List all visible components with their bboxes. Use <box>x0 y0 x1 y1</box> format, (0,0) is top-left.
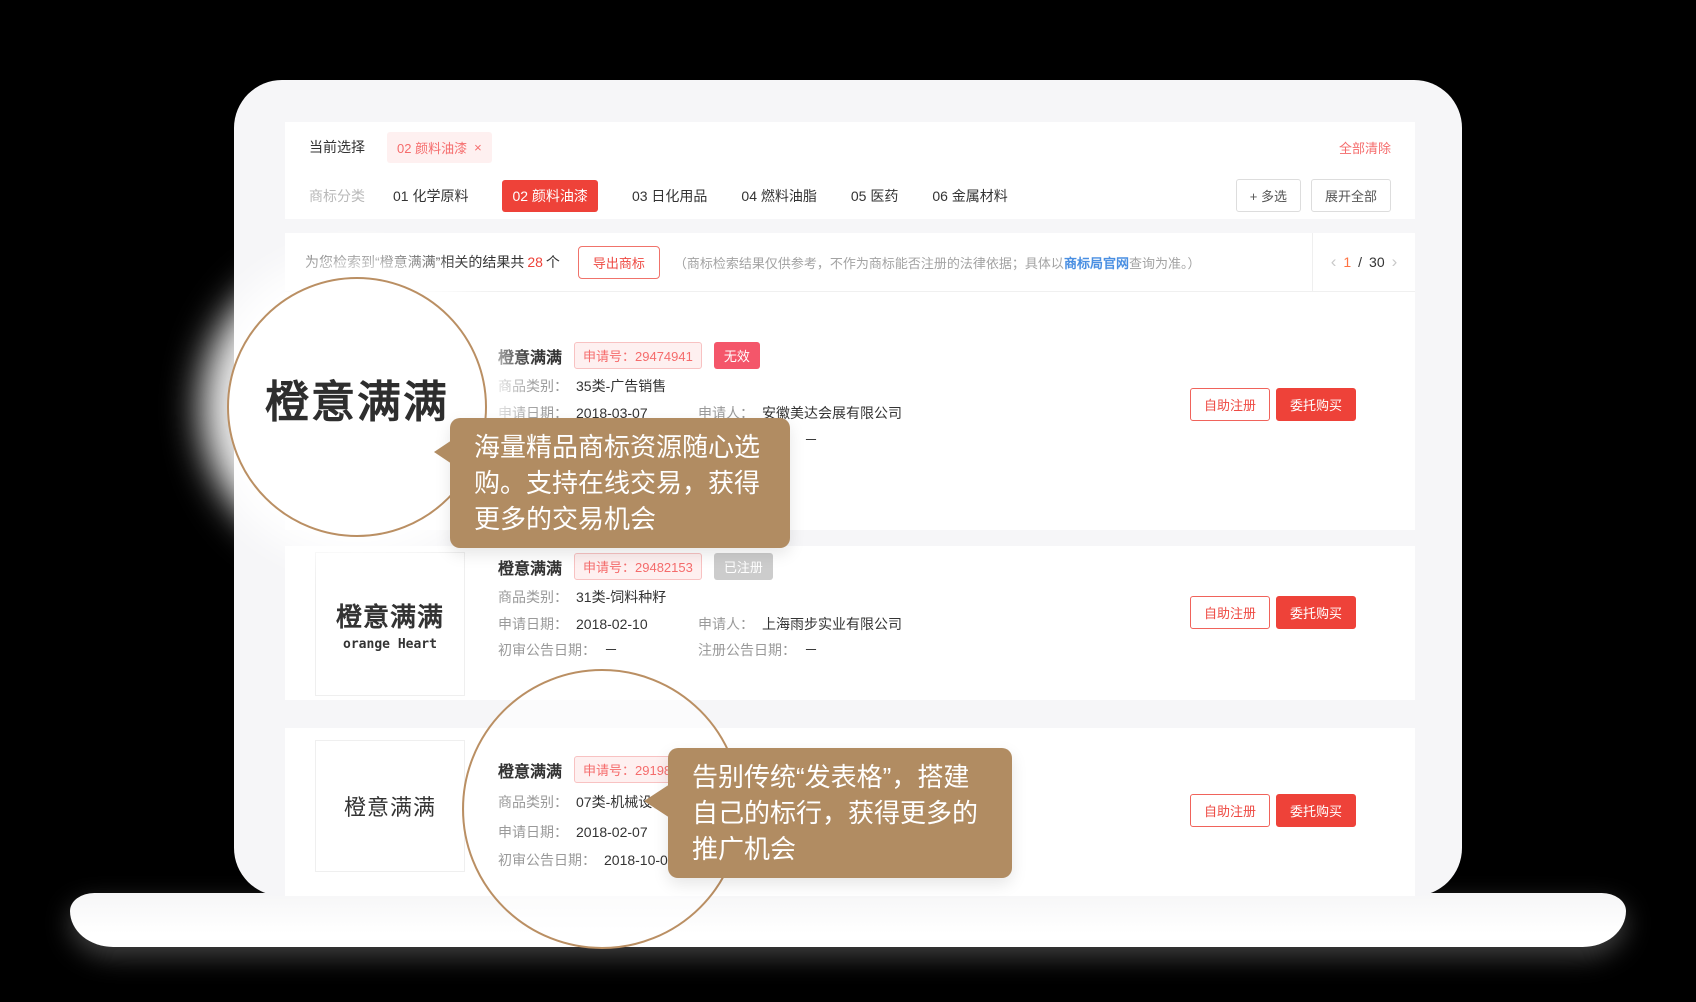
tab-02-paint-active[interactable]: 02 颜料油漆 <box>502 180 597 212</box>
category-tabs: 01 化学原料 02 颜料油漆 03 日化用品 04 燃料油脂 05 医药 06… <box>393 180 1008 212</box>
result-card-2: 橙意满满 orange Heart 橙意满满 申请号：29482153 已注册 … <box>285 546 1415 700</box>
thumbnail-subtext: orange Heart <box>343 637 437 652</box>
trademark-thumbnail-2[interactable]: 橙意满满 orange Heart <box>315 552 465 696</box>
magnifier-circle-top: 橙意满满 <box>227 277 487 537</box>
prev-page-icon[interactable]: ‹ <box>1331 252 1337 272</box>
results-summary: 为您检索到“橙意满满”相关的结果共28个 <box>305 252 560 272</box>
self-register-button[interactable]: 自助注册 <box>1190 794 1270 827</box>
tab-01-chemical[interactable]: 01 化学原料 <box>393 186 468 206</box>
results-summary-suffix: 个 <box>546 254 560 270</box>
field-label: 初审公告日期： <box>498 642 596 658</box>
magnified-trademark-text: 橙意满满 <box>265 366 449 448</box>
field-label: 商品类别： <box>498 794 568 810</box>
field-value: 31类-饲料种籽 <box>576 589 666 605</box>
tab-06-metal[interactable]: 06 金属材料 <box>932 186 1007 206</box>
multi-select-button[interactable]: + 多选 <box>1236 179 1301 212</box>
field-value: 2018-02-07 <box>576 824 648 840</box>
results-header: 为您检索到“橙意满满”相关的结果共28个 导出商标 （商标检索结果仅供参考，不作… <box>285 233 1415 292</box>
tooltip-promotion: 告别传统“发表格”，搭建自己的标行，获得更多的推广机会 <box>668 748 1012 878</box>
field-value: 2018-02-10 <box>576 616 648 632</box>
remove-filter-icon[interactable]: × <box>474 140 482 155</box>
results-count: 28 <box>527 254 543 270</box>
category-label: 商标分类 <box>309 186 365 206</box>
current-selection-row: 当前选择 02 颜料油漆 × 全部清除 <box>285 122 1415 172</box>
field-label: 申请日期： <box>498 824 568 840</box>
export-trademark-button[interactable]: 导出商标 <box>578 246 660 279</box>
field-value: 2018-10-06 <box>604 852 676 868</box>
entrust-purchase-button[interactable]: 委托购买 <box>1276 388 1356 421</box>
entrust-purchase-button[interactable]: 委托购买 <box>1276 794 1356 827</box>
tab-03-daily-chemical[interactable]: 03 日化用品 <box>632 186 707 206</box>
next-page-icon[interactable]: › <box>1392 252 1398 272</box>
field-value: 35类-广告销售 <box>576 378 666 394</box>
trademark-title-row: 橙意满满 申请号：29474941 无效 <box>498 342 760 369</box>
disclaimer-post: 查询为准。） <box>1129 256 1201 271</box>
current-selection-label: 当前选择 <box>309 137 365 157</box>
trademark-thumbnail-3[interactable]: 橙意满满 <box>315 740 465 872</box>
results-summary-prefix: 为您检索到“橙意满满”相关的结果共 <box>305 254 524 270</box>
filter-block: 当前选择 02 颜料油漆 × 全部清除 商标分类 01 化学原料 02 颜料油漆… <box>285 122 1415 219</box>
tooltip-text: 告别传统“发表格”，搭建自己的标行，获得更多的推广机会 <box>692 762 978 864</box>
category-field: 商品类别： 31类-饲料种籽 <box>498 587 666 607</box>
date-field: 申请日期：2018-02-10 申请人：上海雨步实业有限公司 <box>498 614 648 634</box>
field-label: 申请人： <box>698 616 754 632</box>
publication-field: 初审公告日期：－ 注册公告日期：－ <box>498 640 618 660</box>
page-background: 当前选择 02 颜料油漆 × 全部清除 商标分类 01 化学原料 02 颜料油漆… <box>0 0 1696 1002</box>
entrust-purchase-button[interactable]: 委托购买 <box>1276 596 1356 629</box>
expand-all-button[interactable]: 展开全部 <box>1311 179 1391 212</box>
trademark-name: 橙意满满 <box>498 344 562 368</box>
tooltip-text: 海量精品商标资源随心选购。支持在线交易，获得更多的交易机会 <box>474 432 760 534</box>
total-pages: 30 <box>1369 254 1385 270</box>
application-number-tag: 申请号：29474941 <box>574 342 702 369</box>
status-badge: 已注册 <box>714 553 773 580</box>
field-value: － <box>804 432 818 448</box>
tooltip-marketplace: 海量精品商标资源随心选购。支持在线交易，获得更多的交易机会 <box>450 418 790 548</box>
field-label: 申请日期： <box>498 616 568 632</box>
page-separator: / <box>1358 254 1362 270</box>
field-label: 注册公告日期： <box>698 642 796 658</box>
field-value: 上海雨步实业有限公司 <box>762 616 902 632</box>
pagination: ‹ 1 / 30 › <box>1312 233 1415 291</box>
clear-all-button[interactable]: 全部清除 <box>1339 138 1391 157</box>
selected-filter-tag[interactable]: 02 颜料油漆 × <box>387 132 492 163</box>
tooltip-arrow-icon <box>434 440 452 464</box>
field-label: 商品类别： <box>498 589 568 605</box>
field-value: － <box>604 642 618 658</box>
laptop-base <box>70 893 1626 947</box>
category-actions: + 多选 展开全部 <box>1236 179 1391 212</box>
selected-filter-tag-text: 02 颜料油漆 <box>397 138 467 157</box>
tooltip-arrow-icon <box>644 784 670 818</box>
self-register-button[interactable]: 自助注册 <box>1190 388 1270 421</box>
tab-04-fuel[interactable]: 04 燃料油脂 <box>741 186 816 206</box>
current-page: 1 <box>1343 254 1351 270</box>
category-field: 商品类别：07类-机械设备 <box>498 792 666 812</box>
thumbnail-text: 橙意满满 <box>344 790 436 822</box>
date-field: 申请日期： 2018-02-07 <box>498 822 648 842</box>
trademark-title-row: 橙意满满 申请号：29482153 已注册 <box>498 553 773 580</box>
field-label: 商品类别： <box>498 378 568 394</box>
tab-05-medicine[interactable]: 05 医药 <box>851 186 898 206</box>
thumbnail-text: 橙意满满 <box>336 597 444 634</box>
trademark-name: 橙意满满 <box>498 758 562 782</box>
disclaimer-pre: （商标检索结果仅供参考，不作为商标能否注册的法律依据；具体以 <box>674 256 1064 271</box>
field-value: － <box>804 642 818 658</box>
application-number-tag: 申请号：29482153 <box>574 553 702 580</box>
disclaimer-text: （商标检索结果仅供参考，不作为商标能否注册的法律依据；具体以商标局官网查询为准。… <box>674 253 1201 272</box>
publication-field: 初审公告日期： 2018-10-06 <box>498 850 676 870</box>
self-register-button[interactable]: 自助注册 <box>1190 596 1270 629</box>
field-label: 初审公告日期： <box>498 852 596 868</box>
trademark-name: 橙意满满 <box>498 555 562 579</box>
category-row: 商标分类 01 化学原料 02 颜料油漆 03 日化用品 04 燃料油脂 05 … <box>285 172 1415 219</box>
category-field: 商品类别： 35类-广告销售 <box>498 376 666 396</box>
status-badge: 无效 <box>714 342 760 369</box>
trademark-office-link[interactable]: 商标局官网 <box>1064 256 1129 271</box>
